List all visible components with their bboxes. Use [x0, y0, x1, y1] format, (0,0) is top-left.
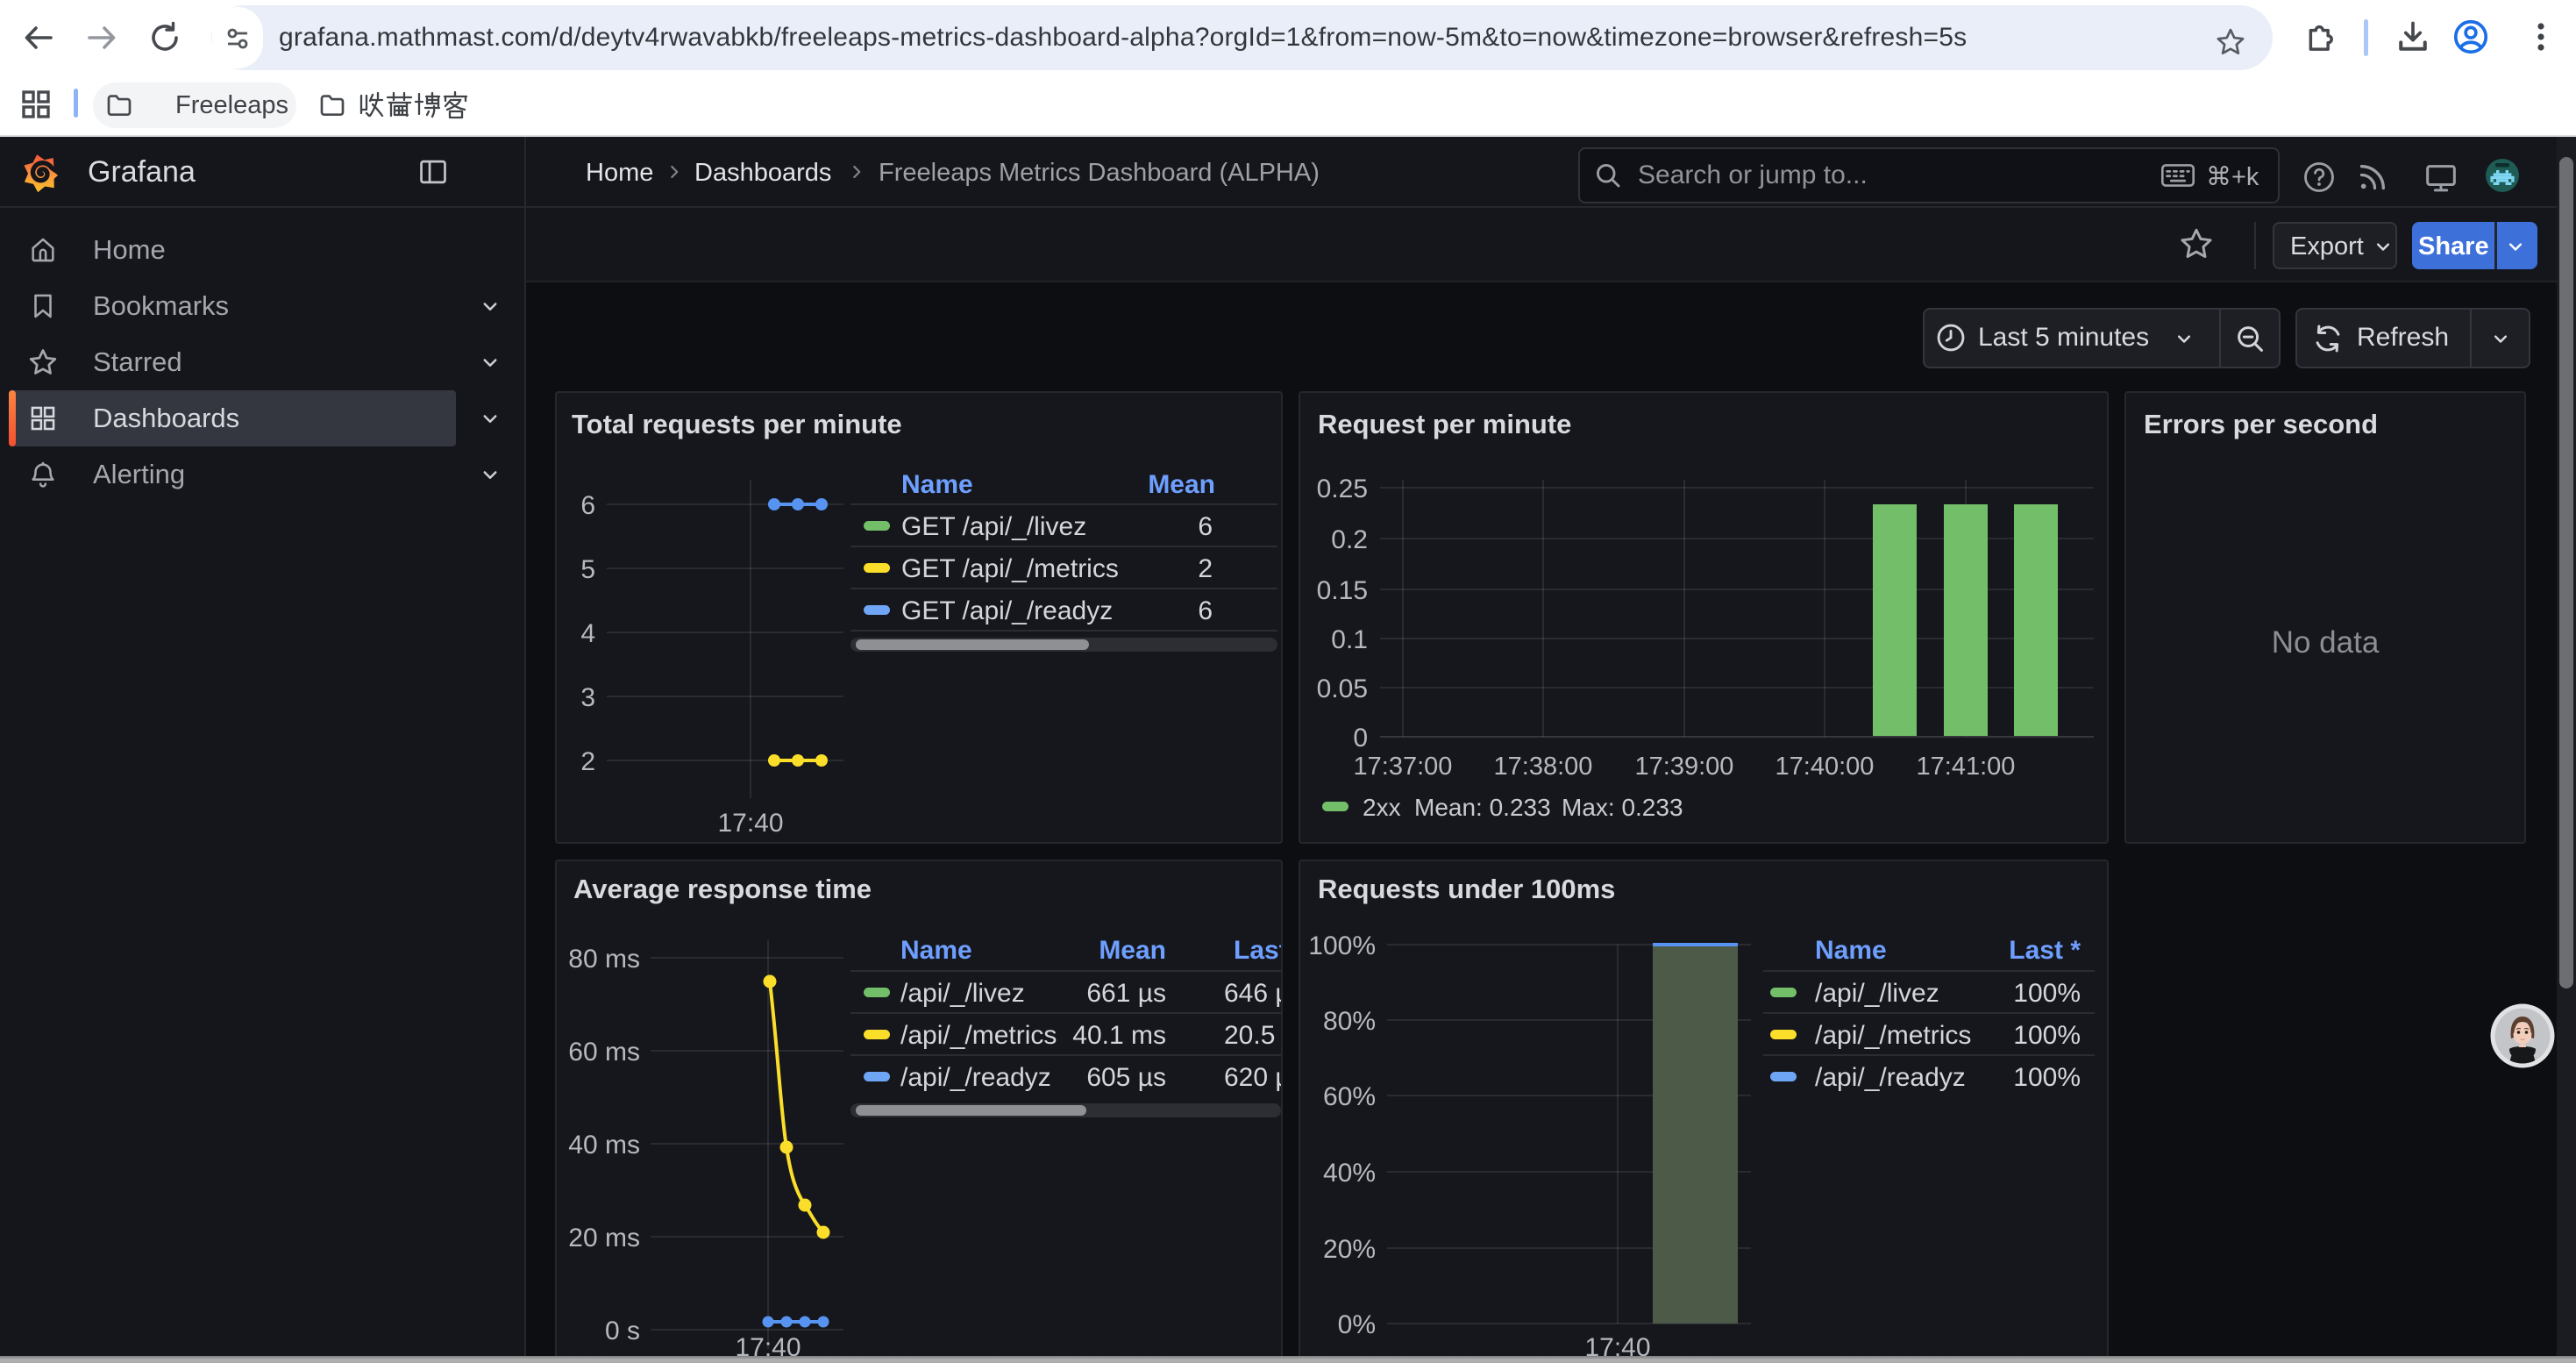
svg-text:0.05: 0.05 — [1317, 674, 1368, 703]
svg-text:0%: 0% — [1338, 1310, 1376, 1339]
svg-text:17:41:00: 17:41:00 — [1917, 753, 2016, 781]
svg-text:0: 0 — [1353, 724, 1368, 753]
svg-text:17:40: 17:40 — [717, 809, 783, 838]
svg-text:6: 6 — [580, 491, 595, 520]
svg-text:Mean: 0.233: Mean: 0.233 — [1414, 794, 1551, 821]
svg-text:6: 6 — [1198, 596, 1213, 625]
svg-text:Name: Name — [900, 936, 972, 965]
svg-text:Total requests per minute: Total requests per minute — [572, 409, 902, 439]
svg-text:3: 3 — [580, 683, 595, 712]
svg-text:0.1: 0.1 — [1331, 625, 1368, 654]
svg-text:4: 4 — [580, 619, 595, 648]
svg-text:Name: Name — [1815, 936, 1887, 965]
svg-text:0.15: 0.15 — [1317, 576, 1368, 605]
svg-text:2: 2 — [580, 747, 595, 776]
svg-text:20.5 ms: 20.5 ms — [1224, 1021, 1281, 1050]
svg-text:Average response time: Average response time — [573, 874, 872, 904]
svg-text:Request per minute: Request per minute — [1318, 409, 1571, 439]
svg-text:No data: No data — [2272, 625, 2380, 660]
svg-text:Last *: Last * — [2009, 936, 2081, 965]
svg-text:40 ms: 40 ms — [568, 1131, 640, 1160]
svg-text:/api/_/metrics: /api/_/metrics — [900, 1021, 1057, 1050]
svg-text:20%: 20% — [1323, 1235, 1376, 1264]
svg-text:80 ms: 80 ms — [568, 945, 640, 974]
svg-text:17:39:00: 17:39:00 — [1635, 753, 1734, 781]
svg-text:646 µs: 646 µs — [1224, 979, 1281, 1008]
svg-text:Max: 0.233: Max: 0.233 — [1562, 794, 1683, 821]
svg-text:5: 5 — [580, 555, 595, 584]
svg-text:6: 6 — [1198, 512, 1213, 541]
svg-text:17:40: 17:40 — [735, 1333, 801, 1356]
svg-text:0.25: 0.25 — [1317, 475, 1368, 503]
svg-text:100%: 100% — [1308, 931, 1376, 960]
svg-text:80%: 80% — [1323, 1007, 1376, 1036]
svg-text:Mean: Mean — [1148, 470, 1215, 499]
svg-text:Name: Name — [901, 470, 973, 499]
svg-text:605 µs: 605 µs — [1086, 1063, 1166, 1092]
svg-text:17:40: 17:40 — [1584, 1333, 1650, 1356]
svg-text:100%: 100% — [2013, 979, 2081, 1008]
svg-text:20 ms: 20 ms — [568, 1224, 640, 1252]
svg-text:/api/_/metrics: /api/_/metrics — [1815, 1021, 1971, 1050]
svg-text:Mean: Mean — [1099, 936, 1166, 965]
svg-text:17:37:00: 17:37:00 — [1354, 753, 1453, 781]
svg-text:GET /api/_/livez: GET /api/_/livez — [901, 512, 1086, 541]
svg-text:Last *: Last * — [1234, 936, 1281, 965]
svg-text:620 µs: 620 µs — [1224, 1063, 1281, 1092]
svg-text:2xx: 2xx — [1363, 794, 1401, 821]
svg-text:/api/_/livez: /api/_/livez — [900, 979, 1025, 1008]
svg-text:/api/_/readyz: /api/_/readyz — [1815, 1063, 1966, 1092]
svg-text:17:40:00: 17:40:00 — [1775, 753, 1875, 781]
svg-text:/api/_/livez: /api/_/livez — [1815, 979, 1939, 1008]
svg-text:GET /api/_/metrics: GET /api/_/metrics — [901, 554, 1119, 583]
svg-text:0 s: 0 s — [605, 1317, 640, 1345]
svg-text:40.1 ms: 40.1 ms — [1072, 1021, 1166, 1050]
svg-text:/api/_/readyz: /api/_/readyz — [900, 1063, 1051, 1092]
svg-text:2: 2 — [1198, 554, 1213, 583]
svg-text:Errors per second: Errors per second — [2144, 409, 2378, 439]
svg-text:60%: 60% — [1323, 1082, 1376, 1111]
svg-text:17:38:00: 17:38:00 — [1494, 753, 1593, 781]
svg-text:GET /api/_/readyz: GET /api/_/readyz — [901, 596, 1113, 625]
svg-text:661 µs: 661 µs — [1086, 979, 1166, 1008]
svg-text:Requests under 100ms: Requests under 100ms — [1318, 874, 1615, 904]
svg-text:100%: 100% — [2013, 1063, 2081, 1092]
svg-text:60 ms: 60 ms — [568, 1038, 640, 1067]
svg-text:0.2: 0.2 — [1331, 525, 1368, 554]
svg-text:40%: 40% — [1323, 1159, 1376, 1188]
svg-text:100%: 100% — [2013, 1021, 2081, 1050]
